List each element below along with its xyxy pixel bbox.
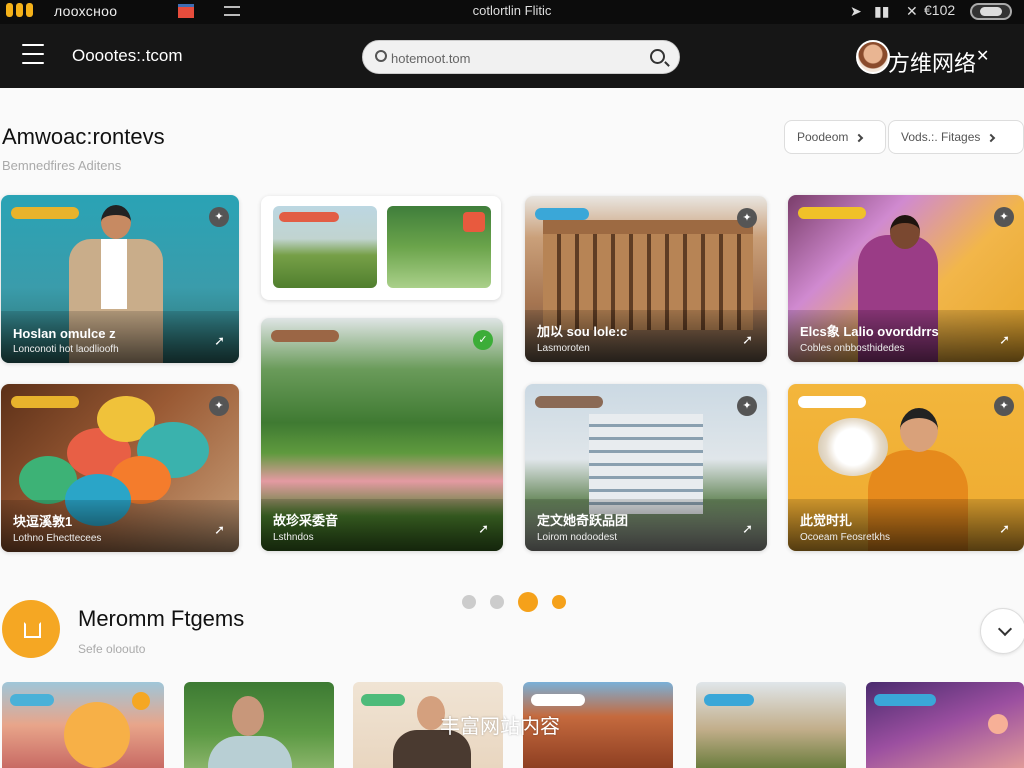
check-icon[interactable]: ✓ bbox=[473, 330, 493, 350]
content-card[interactable]: ✦ 加以 sou lole:c Lasmoroten ➚ bbox=[525, 196, 767, 362]
home-icon[interactable] bbox=[2, 600, 60, 658]
card-title: Hoslan omulce z bbox=[13, 326, 116, 341]
app-header: Ooootes:.tcom 方维网络 ✕ bbox=[0, 24, 1024, 88]
section-subtitle: Bemnedfires Aditens bbox=[2, 158, 122, 173]
wifi-off-icon: ✕ bbox=[906, 3, 918, 19]
share-icon[interactable]: ➚ bbox=[999, 332, 1010, 348]
content-card[interactable]: ✦ 此觉时扎 Ocoeam Feosretkhs ➚ bbox=[788, 384, 1024, 551]
bottom-watermark: 丰富网站内容 bbox=[440, 714, 560, 738]
bookmark-icon[interactable]: ✦ bbox=[994, 396, 1014, 416]
app-title: Ooootes:.tcom bbox=[72, 46, 183, 65]
share-icon[interactable]: ➚ bbox=[742, 332, 753, 348]
card-subtitle: Lonconoti hot laodlioofh bbox=[13, 344, 119, 355]
category-tag bbox=[798, 207, 866, 219]
category-tag bbox=[798, 396, 866, 408]
pager-dot[interactable] bbox=[462, 595, 476, 609]
card-subtitle: Ocoeam Feosretkhs bbox=[800, 532, 891, 543]
status-title: сotlortlin Flitic bbox=[472, 3, 552, 18]
landscape-photo bbox=[273, 206, 377, 288]
menu-button[interactable] bbox=[22, 44, 44, 64]
app-screen: лоохсноо сotlortlin Flitic ➤ ▮▮ ✕ €102 O… bbox=[0, 0, 1024, 768]
section2-title: Meromm Ftgems bbox=[78, 606, 245, 631]
thumbnail-card[interactable] bbox=[2, 682, 164, 768]
carousel-pager bbox=[462, 592, 566, 612]
card-subtitle: Cobles onbbosthidedes bbox=[800, 343, 905, 354]
category-tag bbox=[11, 396, 79, 408]
close-icon[interactable]: ✕ bbox=[976, 46, 989, 66]
card-title: 块逗溪敦1 bbox=[13, 514, 73, 529]
thumbnail-card[interactable] bbox=[866, 682, 1024, 768]
location-arrow-icon: ➤ bbox=[850, 3, 862, 19]
bookmark-icon[interactable]: ✦ bbox=[209, 396, 229, 416]
share-icon[interactable]: ➚ bbox=[214, 522, 225, 538]
card-title: 定文她奇跃品团 bbox=[537, 513, 629, 528]
bookmark-icon[interactable]: ✦ bbox=[737, 396, 757, 416]
battery-icon bbox=[970, 3, 1012, 20]
search-icon[interactable] bbox=[650, 49, 665, 64]
content-card[interactable]: ✦ Elcs象 Lalio ovorddrrs Cobles onbbosthi… bbox=[788, 195, 1024, 362]
filter-label: Poodeom bbox=[797, 130, 849, 144]
card-title: 故珍采委音 bbox=[273, 513, 339, 528]
search-bar[interactable] bbox=[362, 40, 680, 74]
content-card[interactable]: ✦ 块逗溪敦1 Lothno Ehecttecees ➚ bbox=[1, 384, 239, 552]
status-bar: лоохсноо сotlortlin Flitic ➤ ▮▮ ✕ €102 bbox=[0, 0, 1024, 24]
content-card[interactable]: ✦ Hoslan omulce z Lonconoti hot laodlioo… bbox=[1, 195, 239, 363]
section2-subtitle: Sefe oloouto bbox=[78, 642, 146, 656]
chevron-down-icon bbox=[855, 133, 864, 143]
collage-card[interactable] bbox=[261, 196, 501, 300]
flowers-image bbox=[818, 418, 888, 476]
avatar[interactable] bbox=[856, 40, 890, 74]
share-icon[interactable]: ➚ bbox=[478, 521, 489, 537]
category-tag bbox=[271, 330, 339, 342]
portrait-photo bbox=[387, 206, 491, 288]
card-title: Elcs象 Lalio ovorddrrs bbox=[800, 324, 939, 339]
card-subtitle: Lsthndos bbox=[273, 532, 314, 543]
filter-dropdown-2[interactable]: Vods.:. Fitages bbox=[888, 120, 1024, 154]
pager-dot[interactable] bbox=[552, 595, 566, 609]
share-icon[interactable]: ➚ bbox=[999, 521, 1010, 537]
card-title: 加以 sou lole:c bbox=[537, 324, 628, 339]
card-subtitle: Lasmoroten bbox=[537, 343, 590, 354]
filter-label: Vods.:. Fitages bbox=[901, 130, 981, 144]
bookmark-icon[interactable]: ✦ bbox=[737, 208, 757, 228]
bookmark-icon[interactable]: ✦ bbox=[209, 207, 229, 227]
share-icon[interactable]: ➚ bbox=[214, 333, 225, 349]
content-card[interactable]: ✦ 定文她奇跃品团 Loirom nodoodest ➚ bbox=[525, 384, 767, 551]
category-tag bbox=[535, 208, 589, 220]
badge-icon bbox=[132, 692, 150, 710]
search-input[interactable] bbox=[391, 47, 631, 69]
battery-text: €102 bbox=[924, 2, 956, 18]
category-tag bbox=[535, 396, 603, 408]
search-small-icon bbox=[375, 50, 387, 62]
card-subtitle: Loirom nodoodest bbox=[537, 532, 618, 543]
filter-dropdown-1[interactable]: Poodeom bbox=[784, 120, 886, 154]
thumbnail-card[interactable] bbox=[696, 682, 846, 768]
share-icon[interactable]: ➚ bbox=[742, 521, 753, 537]
bookmark-icon[interactable]: ✦ bbox=[994, 207, 1014, 227]
expand-button[interactable] bbox=[980, 608, 1024, 654]
pager-dot[interactable] bbox=[490, 595, 504, 609]
content-card[interactable]: ✓ 故珍采委音 Lsthndos ➚ bbox=[261, 318, 503, 551]
category-tag bbox=[11, 207, 79, 219]
card-title: 此觉时扎 bbox=[800, 513, 853, 528]
section-title: Amwoac:rontevs bbox=[2, 124, 165, 149]
pager-dot-active[interactable] bbox=[518, 592, 538, 612]
signal-icon: ▮▮ bbox=[874, 3, 890, 19]
chevron-down-icon bbox=[987, 133, 996, 143]
card-subtitle: Lothno Ehecttecees bbox=[13, 533, 102, 544]
thumbnail-card[interactable] bbox=[184, 682, 334, 768]
watermark-text: 方维网络 bbox=[888, 52, 977, 77]
